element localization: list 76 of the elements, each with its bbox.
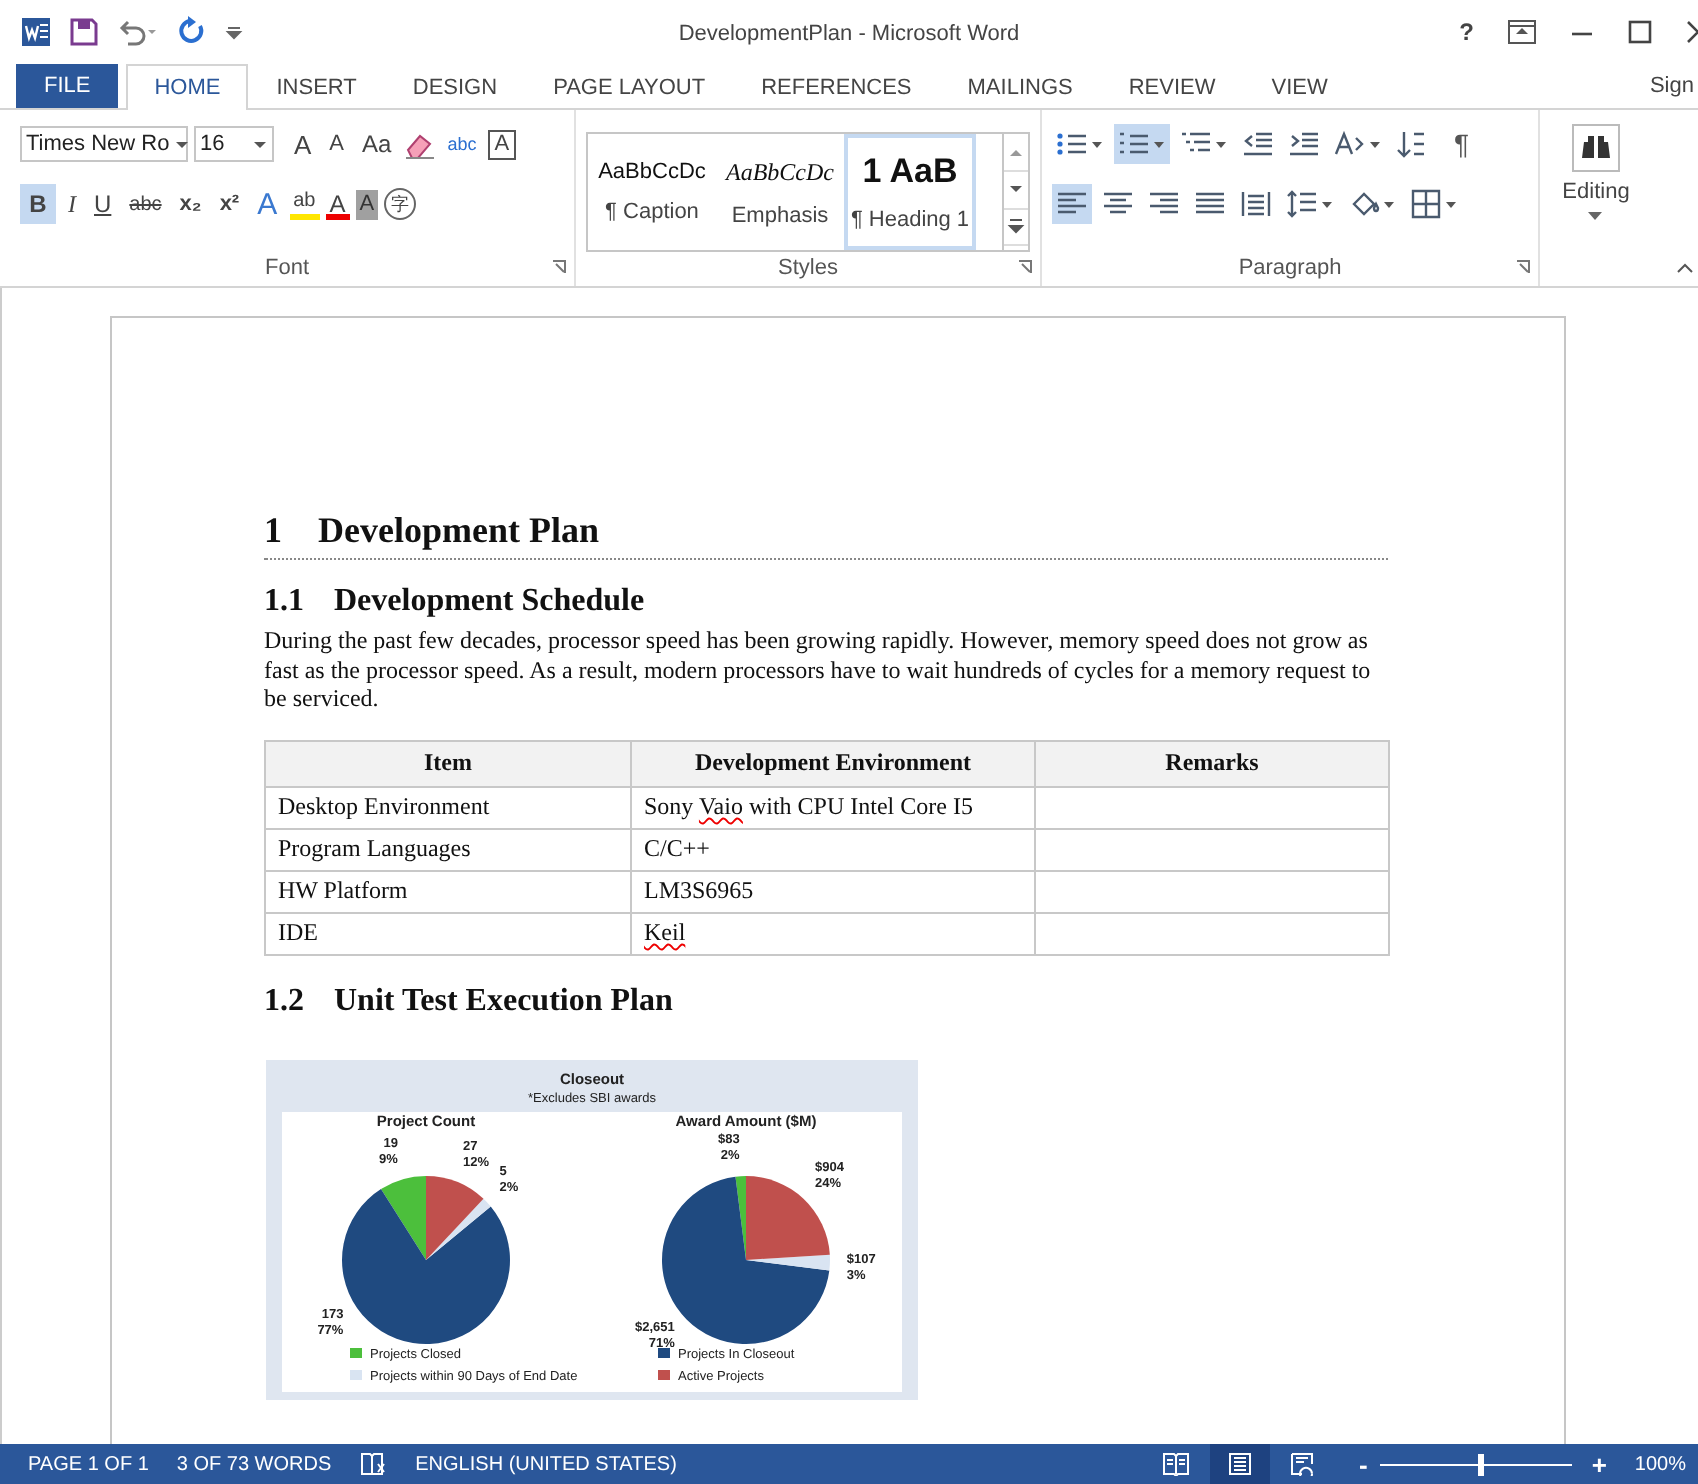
editing-button[interactable]: Editing: [1562, 124, 1630, 222]
table-cell: Keil: [631, 912, 1035, 954]
body-paragraph: During the past few decades, processor speed has been growing rapidly. However, memory speed does not grow as fast as the processor speed. As a result, modern processors have to wait hundreds of cycles for a memory request to be serviced.: [264, 626, 1373, 713]
change-case-button[interactable]: Aa: [356, 124, 398, 164]
grow-font-button[interactable]: A: [288, 124, 318, 164]
ribbon-tab[interactable]: INSERT: [248, 64, 385, 110]
group-label: Styles: [776, 256, 840, 280]
word-logo-icon: [20, 16, 52, 48]
font-size-field[interactable]: 16: [194, 126, 274, 162]
table-cell: Sony Vaio with CPU Intel Core I5: [631, 786, 1035, 828]
ribbon-tab[interactable]: DESIGN: [384, 64, 526, 110]
dialog-launcher-icon[interactable]: [1018, 260, 1032, 274]
style-gallery-item[interactable]: 1 AaB ¶ Heading 1: [844, 134, 976, 250]
style-gallery-item[interactable]: AaBbCcDc Emphasis: [716, 134, 844, 250]
ribbon-tab[interactable]: REFERENCES: [733, 64, 940, 110]
sub-button[interactable]: x₂: [173, 184, 208, 224]
table-cell: LM3S6965: [631, 870, 1035, 912]
shade-button[interactable]: A: [355, 189, 379, 219]
maximize-icon[interactable]: [1628, 20, 1652, 44]
caret-icon: [1588, 212, 1603, 222]
color-button[interactable]: A: [325, 189, 350, 219]
heading: 1 Development Plan: [264, 510, 1388, 560]
style-gallery-item[interactable]: AaBbCcDc ¶ Caption: [588, 134, 716, 250]
column-header: Item: [265, 740, 631, 786]
sup-button[interactable]: x²: [213, 184, 246, 224]
file-tab[interactable]: FILE: [16, 64, 119, 108]
character-border-button[interactable]: A: [488, 129, 516, 159]
italic-button[interactable]: I: [62, 184, 82, 224]
shrink-font-button[interactable]: A: [323, 124, 351, 164]
table-cell: IDE: [265, 912, 631, 954]
show-formatting-marks-button[interactable]: ¶: [1450, 126, 1474, 162]
effects-button[interactable]: A: [251, 184, 284, 224]
underline-button[interactable]: U: [88, 184, 118, 224]
bold-button[interactable]: B: [20, 184, 56, 224]
strike-button[interactable]: abc: [123, 184, 168, 224]
table-cell: HW Platform: [265, 870, 631, 912]
print-layout-icon[interactable]: [1210, 1444, 1271, 1484]
proofing-icon[interactable]: [359, 1452, 388, 1476]
font-name-field[interactable]: Times New Ro: [20, 126, 188, 162]
sign-in-link[interactable]: Sign: [1649, 74, 1694, 98]
window-title: DevelopmentPlan - Microsoft Word: [676, 22, 1022, 46]
ribbon-tab[interactable]: VIEW: [1243, 64, 1356, 110]
word-count[interactable]: 3 OF 73 WORDS: [176, 1453, 332, 1475]
page-count[interactable]: PAGE 1 OF 1: [28, 1453, 149, 1475]
enclose-button[interactable]: 字: [384, 188, 417, 220]
group-label: Paragraph: [1236, 256, 1344, 280]
zoom-out-button[interactable]: -: [1358, 1449, 1368, 1479]
dialog-launcher-icon[interactable]: [552, 260, 566, 274]
zoom-level[interactable]: 100%: [1634, 1453, 1686, 1475]
zoom-in-button[interactable]: +: [1591, 1449, 1607, 1479]
borders-icon[interactable]: [1406, 184, 1462, 224]
phonetic-guide-button[interactable]: abc: [441, 124, 483, 164]
dialog-launcher-icon[interactable]: [1516, 260, 1530, 274]
undo-icon[interactable]: [116, 16, 160, 48]
heading: 1.2 Unit Test Execution Plan: [264, 983, 675, 1019]
zoom-slider-thumb[interactable]: [1477, 1453, 1484, 1475]
collapse-ribbon-icon[interactable]: [1676, 262, 1694, 274]
table-cell: Program Languages: [265, 828, 631, 870]
ribbon-display-options-icon[interactable]: [1508, 20, 1536, 44]
binoculars-icon: [1571, 124, 1620, 172]
ribbon-tab[interactable]: PAGE LAYOUT: [525, 64, 734, 110]
language-indicator[interactable]: ENGLISH (UNITED STATES): [415, 1453, 677, 1475]
group-label: Font: [262, 256, 311, 280]
table-cell: C/C++: [631, 828, 1035, 870]
highlight-button[interactable]: ab: [289, 189, 320, 219]
save-icon[interactable]: [68, 16, 100, 48]
ribbon-tab[interactable]: MAILINGS: [939, 64, 1101, 110]
column-header: Remarks: [1035, 740, 1389, 786]
redo-icon[interactable]: [176, 16, 208, 48]
numbering-icon[interactable]: [1114, 124, 1170, 164]
table-cell: Desktop Environment: [265, 786, 631, 828]
ribbon-tab[interactable]: REVIEW: [1100, 64, 1244, 110]
help-button[interactable]: ?: [1459, 18, 1474, 46]
heading: 1.1 Development Schedule: [264, 584, 647, 620]
ribbon-tab[interactable]: HOME: [126, 64, 249, 110]
column-header: Development Environment: [631, 740, 1035, 786]
